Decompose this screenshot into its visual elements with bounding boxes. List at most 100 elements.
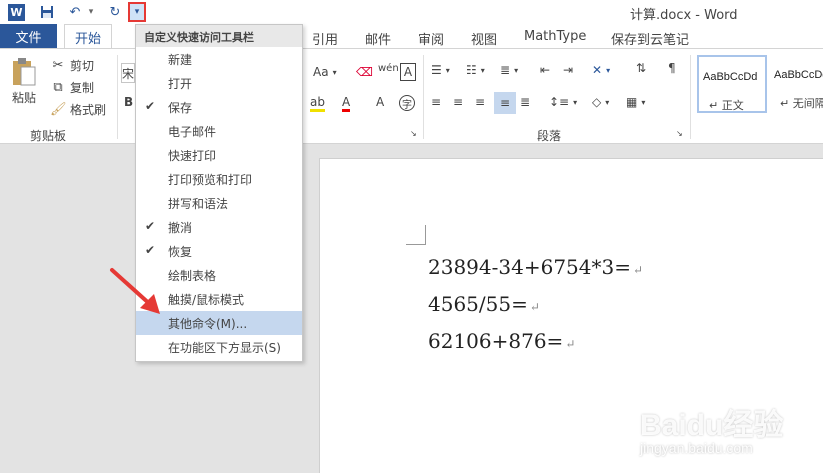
borders-button[interactable]: ▦ ▾ [626,95,645,109]
ribbon-separator [117,55,118,139]
menu-item-label: 撤消 [168,221,193,235]
menu-item-label: 新建 [168,53,193,67]
cut-label: 剪切 [70,59,95,73]
menu-item[interactable]: ✔ 保存 [136,95,302,119]
sort-icon[interactable]: ⇅ [636,61,646,75]
red-arrow-annotation [110,268,160,314]
line-spacing-button[interactable]: ↕≡ ▾ [549,95,577,109]
checkmark-icon: ✔ [145,99,156,113]
menu-item[interactable]: 电子邮件 [136,119,302,143]
menu-item-label: 打印预览和打印 [168,173,253,187]
align-left-icon[interactable]: ≡ [431,95,441,109]
paragraph-dialog-launcher-icon[interactable]: ↘ [676,129,683,138]
align-right-icon[interactable]: ≡ [475,95,485,109]
redo-icon[interactable]: ↻ [106,3,124,21]
document-line[interactable]: 23894-34+6754*3= ↵ [428,255,643,279]
menu-item-label: 电子邮件 [168,125,217,139]
menu-item-label: 触摸/鼠标模式 [168,293,245,307]
margin-crop-mark [406,225,426,245]
ribbon-tabs: 文件 开始 引用 邮件 审阅 视图 MathType 保存到云笔记 [0,24,823,49]
menu-item[interactable]: 快速打印 [136,143,302,167]
tab-home[interactable]: 开始 [64,24,112,49]
tab-review[interactable]: 审阅 [418,29,444,48]
menu-item-label: 打开 [168,77,193,91]
bold-button[interactable]: B [124,95,133,109]
menu-item-label: 其他命令(M)... [168,317,248,331]
clear-format-icon[interactable]: ⌫ [356,65,373,79]
ribbon-separator [690,55,691,139]
scissors-icon: ✂ [52,57,64,73]
menu-item[interactable]: 在功能区下方显示(S) [136,335,302,359]
watermark-brand: Baidu经验 [640,409,784,442]
numbering-button[interactable]: ☷ ▾ [466,63,485,77]
tab-view[interactable]: 视图 [471,29,497,48]
enclose-characters-icon[interactable]: 字 [399,95,415,111]
multilevel-list-button[interactable]: ≣ ▾ [500,63,518,77]
style-sample: AaBbCcDd [703,71,758,83]
bullets-button[interactable]: ☰ ▾ [431,63,450,77]
character-border-icon[interactable]: A [400,63,416,81]
ribbon-separator [423,55,424,139]
menu-item-label: 绘制表格 [168,269,217,283]
shading-button[interactable]: ◇ ▾ [592,95,609,109]
menu-item-label: 快速打印 [168,149,217,163]
tab-mathtype[interactable]: MathType [524,29,586,44]
style-name: ↵ 正文 [709,99,744,112]
document-line[interactable]: 4565/55= ↵ [428,292,540,316]
copy-icon: ⧉ [53,79,63,95]
menu-item[interactable]: 打印预览和打印 [136,167,302,191]
tab-references[interactable]: 引用 [312,29,338,48]
menu-item[interactable]: 打开 [136,71,302,95]
undo-dropdown-icon[interactable]: ▾ [82,3,100,21]
paragraph-mark: ↵ [529,300,540,314]
format-painter-button[interactable]: 🖌 格式刷 [50,101,106,118]
font-name-box[interactable]: 宋 [121,63,135,83]
asian-layout-button[interactable]: ✕ ▾ [592,63,610,77]
format-painter-label: 格式刷 [70,103,107,117]
menu-item[interactable]: 新建 [136,47,302,71]
clipboard-group-label: 剪贴板 [30,129,67,143]
font-color-button[interactable]: A [342,95,351,112]
paragraph-mark: ↵ [632,263,644,277]
cut-button[interactable]: ✂ 剪切 [50,57,94,74]
increase-indent-icon[interactable]: ⇥ [563,63,573,77]
copy-button[interactable]: ⧉ 复制 [50,79,94,96]
watermark-url: jingyan.baidu.com [640,440,753,456]
font-dialog-launcher-icon[interactable]: ↘ [410,129,417,138]
align-center-icon[interactable]: ≡ [453,95,463,109]
style-normal[interactable]: AaBbCcDd ↵ 正文 [697,55,767,113]
document-line[interactable]: 62106+876= ↵ [428,329,575,353]
menu-item[interactable]: 拼写和语法 [136,191,302,215]
menu-item-label: 恢复 [168,245,193,259]
paste-button[interactable]: 粘贴 [10,57,38,106]
highlight-color-button[interactable]: ab [310,95,325,112]
decrease-indent-icon[interactable]: ⇤ [540,63,550,77]
title-bar: W ↶ ▾ ↻ ▾ 计算.docx - Word [0,0,823,24]
paragraph-mark: ↵ [565,337,576,351]
save-icon[interactable] [38,3,56,21]
checkmark-icon: ✔ [145,219,156,233]
phonetic-guide-icon[interactable]: wén [378,63,399,74]
copy-label: 复制 [70,81,95,95]
change-case-button[interactable]: Aa ▾ [313,65,337,79]
tab-file[interactable]: 文件 [0,24,57,48]
menu-item[interactable]: ✔ 撤消 [136,215,302,239]
show-formatting-marks-icon[interactable]: ¶ [668,61,676,75]
style-no-spacing[interactable]: AaBbCcDd ↵ 无间隔 [770,55,823,113]
menu-item-label: 拼写和语法 [168,197,229,211]
paragraph-group-label: 段落 [537,129,562,143]
checkmark-icon: ✔ [145,243,156,257]
style-sample: AaBbCcDd [774,69,823,81]
tab-save-to-cloud[interactable]: 保存到云笔记 [611,29,689,48]
paste-icon [13,58,36,86]
menu-item-label: 保存 [168,101,193,115]
justify-icon[interactable]: ≡ [494,92,516,114]
ribbon: 粘贴 ✂ 剪切 ⧉ 复制 🖌 格式刷 剪贴板 宋 B Aa ▾ ⌫ wén A ab A… [0,48,823,144]
qat-customize-dropdown-button[interactable]: ▾ [128,2,146,22]
distributed-icon[interactable]: ≣ [520,95,530,109]
menu-item[interactable]: ✔ 恢复 [136,239,302,263]
tab-mailings[interactable]: 邮件 [365,29,391,48]
menu-item-label: 在功能区下方显示(S) [168,341,281,355]
character-shading-icon[interactable]: A [376,95,384,109]
baidu-watermark: Baidu经验 jingyan.baidu.com [640,400,820,470]
